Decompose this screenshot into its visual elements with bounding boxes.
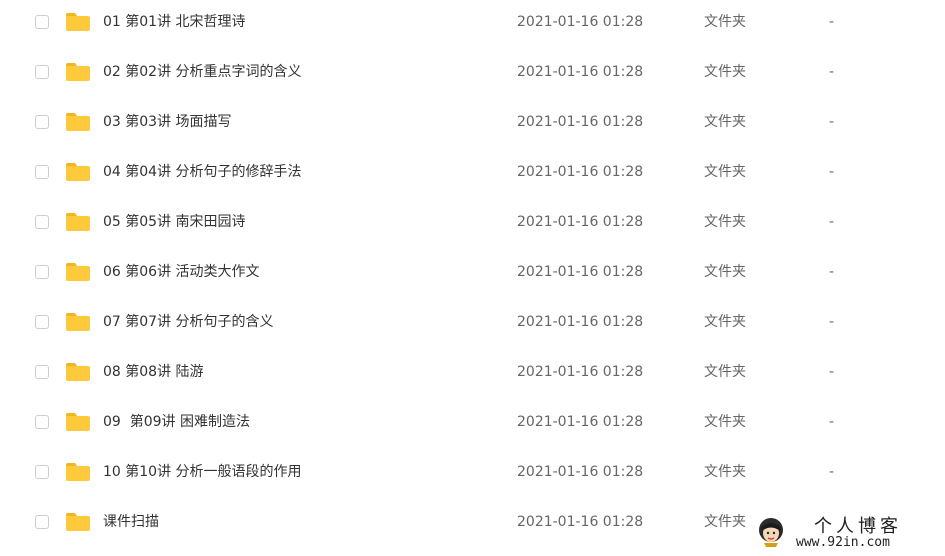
file-date: 2021-01-16 01:28 bbox=[517, 414, 644, 430]
row-checkbox[interactable] bbox=[35, 15, 49, 29]
file-date: 2021-01-16 01:28 bbox=[517, 514, 644, 530]
file-type: 文件夹 bbox=[704, 164, 746, 180]
file-name[interactable]: 06 第06讲 活动类大作文 bbox=[103, 263, 260, 281]
file-type: 文件夹 bbox=[704, 414, 746, 430]
file-list: 01 第01讲 北宋哲理诗 2021-01-16 01:28 文件夹 - 02 … bbox=[0, 0, 945, 556]
file-name[interactable]: 04 第04讲 分析句子的修辞手法 bbox=[103, 163, 302, 181]
file-row[interactable]: 08 第08讲 陆游 2021-01-16 01:28 文件夹 - bbox=[0, 350, 945, 400]
folder-icon bbox=[66, 413, 90, 431]
folder-icon bbox=[66, 263, 90, 281]
folder-icon bbox=[66, 113, 90, 131]
file-row[interactable]: 03 第03讲 场面描写 2021-01-16 01:28 文件夹 - bbox=[0, 100, 945, 150]
file-name[interactable]: 08 第08讲 陆游 bbox=[103, 363, 204, 381]
file-row[interactable]: 01 第01讲 北宋哲理诗 2021-01-16 01:28 文件夹 - bbox=[0, 0, 945, 50]
row-checkbox[interactable] bbox=[35, 65, 49, 79]
file-row[interactable]: 09 第09讲 困难制造法 2021-01-16 01:28 文件夹 - bbox=[0, 400, 945, 450]
folder-icon bbox=[66, 313, 90, 331]
file-name[interactable]: 07 第07讲 分析句子的含义 bbox=[103, 313, 274, 331]
folder-icon bbox=[66, 13, 90, 31]
file-date: 2021-01-16 01:28 bbox=[517, 114, 644, 130]
file-date: 2021-01-16 01:28 bbox=[517, 14, 644, 30]
file-row[interactable]: 10 第10讲 分析一般语段的作用 2021-01-16 01:28 文件夹 - bbox=[0, 450, 945, 500]
file-size: - bbox=[829, 114, 835, 130]
row-checkbox[interactable] bbox=[35, 415, 49, 429]
row-checkbox[interactable] bbox=[35, 165, 49, 179]
file-row[interactable]: 05 第05讲 南宋田园诗 2021-01-16 01:28 文件夹 - bbox=[0, 200, 945, 250]
file-type: 文件夹 bbox=[704, 464, 746, 480]
file-name[interactable]: 02 第02讲 分析重点字词的含义 bbox=[103, 63, 302, 81]
file-row[interactable]: 07 第07讲 分析句子的含义 2021-01-16 01:28 文件夹 - bbox=[0, 300, 945, 350]
file-size: - bbox=[829, 414, 835, 430]
folder-icon bbox=[66, 163, 90, 181]
file-type: 文件夹 bbox=[704, 364, 746, 380]
file-size: - bbox=[829, 314, 835, 330]
file-name[interactable]: 09 第09讲 困难制造法 bbox=[103, 413, 250, 431]
row-checkbox[interactable] bbox=[35, 215, 49, 229]
file-date: 2021-01-16 01:28 bbox=[517, 364, 644, 380]
folder-icon bbox=[66, 513, 90, 531]
file-type: 文件夹 bbox=[704, 214, 746, 230]
file-date: 2021-01-16 01:28 bbox=[517, 464, 644, 480]
file-type: 文件夹 bbox=[704, 514, 746, 530]
file-size: - bbox=[829, 214, 835, 230]
row-checkbox[interactable] bbox=[35, 515, 49, 529]
file-date: 2021-01-16 01:28 bbox=[517, 314, 644, 330]
file-type: 文件夹 bbox=[704, 114, 746, 130]
file-row[interactable]: 04 第04讲 分析句子的修辞手法 2021-01-16 01:28 文件夹 - bbox=[0, 150, 945, 200]
file-size: - bbox=[829, 64, 835, 80]
folder-icon bbox=[66, 363, 90, 381]
file-size: - bbox=[829, 264, 835, 280]
file-size: - bbox=[829, 164, 835, 180]
file-type: 文件夹 bbox=[704, 314, 746, 330]
file-size: - bbox=[829, 364, 835, 380]
avatar-logo-icon bbox=[759, 518, 783, 547]
folder-icon bbox=[66, 463, 90, 481]
folder-icon bbox=[66, 213, 90, 231]
file-type: 文件夹 bbox=[704, 14, 746, 30]
file-type: 文件夹 bbox=[704, 64, 746, 80]
watermark: 个人博客 www.92in.com bbox=[752, 510, 942, 554]
file-date: 2021-01-16 01:28 bbox=[517, 264, 644, 280]
row-checkbox[interactable] bbox=[35, 265, 49, 279]
file-row[interactable]: 06 第06讲 活动类大作文 2021-01-16 01:28 文件夹 - bbox=[0, 250, 945, 300]
row-checkbox[interactable] bbox=[35, 365, 49, 379]
file-name[interactable]: 05 第05讲 南宋田园诗 bbox=[103, 213, 246, 231]
file-name[interactable]: 01 第01讲 北宋哲理诗 bbox=[103, 13, 246, 31]
row-checkbox[interactable] bbox=[35, 315, 49, 329]
file-type: 文件夹 bbox=[704, 264, 746, 280]
file-name[interactable]: 课件扫描 bbox=[103, 513, 159, 531]
file-date: 2021-01-16 01:28 bbox=[517, 214, 644, 230]
file-size: - bbox=[829, 464, 835, 480]
file-name[interactable]: 03 第03讲 场面描写 bbox=[103, 113, 232, 131]
watermark-url: www.92in.com bbox=[796, 535, 890, 550]
file-name[interactable]: 10 第10讲 分析一般语段的作用 bbox=[103, 463, 302, 481]
row-checkbox[interactable] bbox=[35, 115, 49, 129]
file-date: 2021-01-16 01:28 bbox=[517, 64, 644, 80]
row-checkbox[interactable] bbox=[35, 465, 49, 479]
file-row[interactable]: 02 第02讲 分析重点字词的含义 2021-01-16 01:28 文件夹 - bbox=[0, 50, 945, 100]
file-date: 2021-01-16 01:28 bbox=[517, 164, 644, 180]
file-size: - bbox=[829, 14, 835, 30]
folder-icon bbox=[66, 63, 90, 81]
